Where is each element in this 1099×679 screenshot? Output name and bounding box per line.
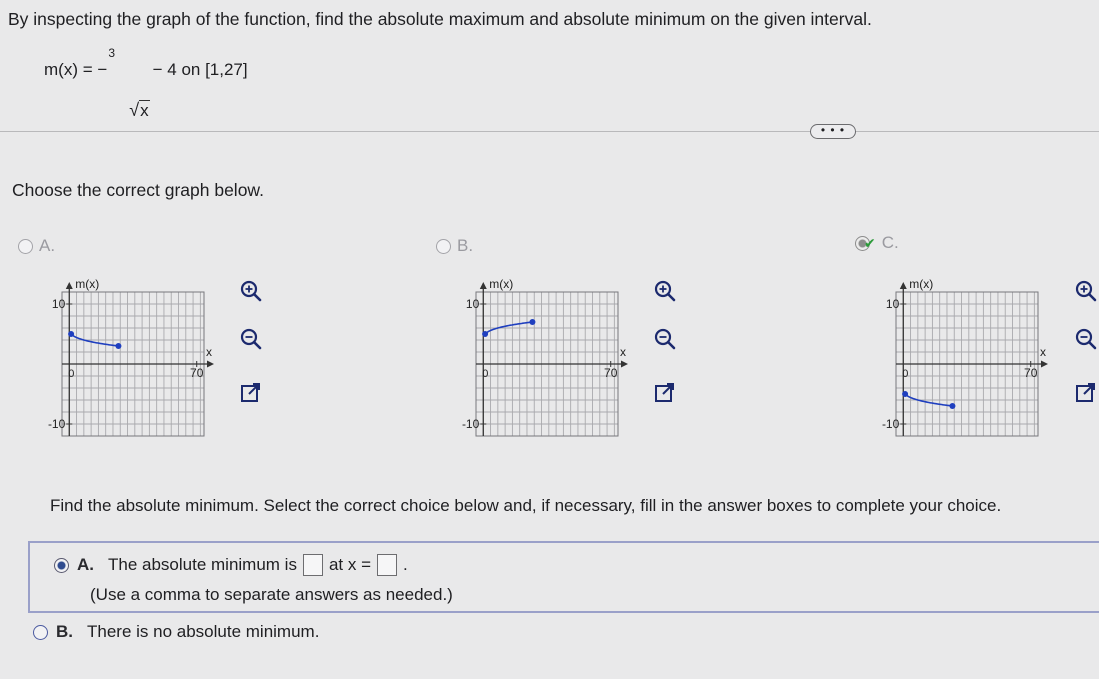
radio-option-a[interactable] [18,238,33,254]
graph-c[interactable]: 10 -10 70 0 m(x) x [862,270,1062,445]
minimum-prompt: Find the absolute minimum. Select the co… [50,496,1002,515]
zoom-in-icon[interactable] [652,278,678,304]
zoom-in-icon[interactable] [1073,278,1099,304]
radio-answer-b[interactable] [33,624,48,640]
graph-prompt: Choose the correct graph below. [12,180,264,200]
answer-a-text1: The absolute minimum is [108,555,297,574]
minimum-x-input[interactable] [377,554,398,576]
answer-box-left-border [28,541,30,613]
section-divider [0,131,1099,132]
function-negative-sign: − [97,60,108,79]
correct-check-icon: ✔ [864,234,876,251]
y-axis-label: m(x) [909,277,933,291]
radio-answer-a[interactable] [54,557,69,573]
option-c-letter: C. [881,233,899,252]
y-max-tick-label: 10 [52,297,66,311]
answer-box-bottom-border [28,611,1099,613]
x-max-tick-label: 70 [604,366,618,380]
curve-start-point [482,331,489,337]
radio-option-b[interactable] [436,238,451,254]
y-min-tick-label: -10 [462,417,480,431]
graph-a[interactable]: 10 -10 70 0 m(x) x [28,270,218,445]
function-definition: m(x) = − 3 √x − 4 on [1,27] [44,46,248,141]
new-window-icon[interactable] [652,380,678,406]
new-window-icon[interactable] [238,380,264,406]
zoom-out-icon[interactable] [652,326,678,352]
answer-choice-a[interactable]: A. The absolute minimum is at x = . [54,554,408,576]
minimum-value-input[interactable] [302,554,323,576]
radical-argument: x [139,100,150,120]
answer-a-text2: at x = [328,555,372,574]
x-max-tick-label: 70 [1024,366,1038,380]
zoom-out-icon[interactable] [238,326,264,352]
x-axis-label: x [206,345,212,359]
x-axis-arrow [207,360,214,368]
answer-box-top-border [28,541,1099,543]
radical-index: 3 [108,46,115,60]
graph-option-c[interactable]: ✔ C. [855,233,899,253]
curve-start-point [68,331,75,337]
y-min-tick-label: -10 [48,417,66,431]
new-window-icon[interactable] [1073,380,1099,406]
cube-root: 3 √x [108,46,150,141]
answer-a-note: (Use a comma to separate answers as need… [90,585,453,604]
y-axis-arrow [899,282,907,289]
function-rest: − 4 on [1,27] [152,60,248,79]
x-max-tick-label: 70 [190,366,204,380]
answer-a-end: . [403,555,408,574]
y-axis-label: m(x) [75,277,99,291]
option-a-letter: A. [39,236,56,255]
curve-end-point [529,319,536,325]
graph-b[interactable]: 10 -10 70 0 m(x) x [442,270,642,445]
y-axis-arrow [65,282,73,289]
x-axis-label: x [1040,345,1046,359]
more-button[interactable]: • • • [810,124,856,139]
curve-start-point [902,391,909,397]
y-max-tick-label: 10 [466,297,480,311]
graph-option-b[interactable]: B. [436,236,473,256]
y-max-tick-label: 10 [886,297,900,311]
curve-end-point [949,403,956,409]
answer-b-text: There is no absolute minimum. [87,622,320,641]
x-axis-arrow [621,360,628,368]
option-b-letter: B. [457,236,474,255]
x-axis-arrow [1041,360,1048,368]
y-axis-label: m(x) [489,277,513,291]
answer-a-letter: A. [77,555,94,574]
y-min-tick-label: -10 [882,417,900,431]
function-lhs: m(x) = [44,60,93,79]
origin-label: 0 [482,368,488,380]
answer-choice-b[interactable]: B. There is no absolute minimum. [33,622,319,642]
y-axis-arrow [479,282,487,289]
x-axis-label: x [620,345,626,359]
zoom-in-icon[interactable] [238,278,264,304]
answer-b-letter: B. [56,622,73,641]
origin-label: 0 [902,368,908,380]
graph-option-a[interactable]: A. [18,236,55,256]
zoom-out-icon[interactable] [1073,326,1099,352]
curve-end-point [115,343,122,349]
origin-label: 0 [68,368,74,380]
radical-sign: √ [129,100,140,120]
question-instruction: By inspecting the graph of the function,… [8,9,872,29]
